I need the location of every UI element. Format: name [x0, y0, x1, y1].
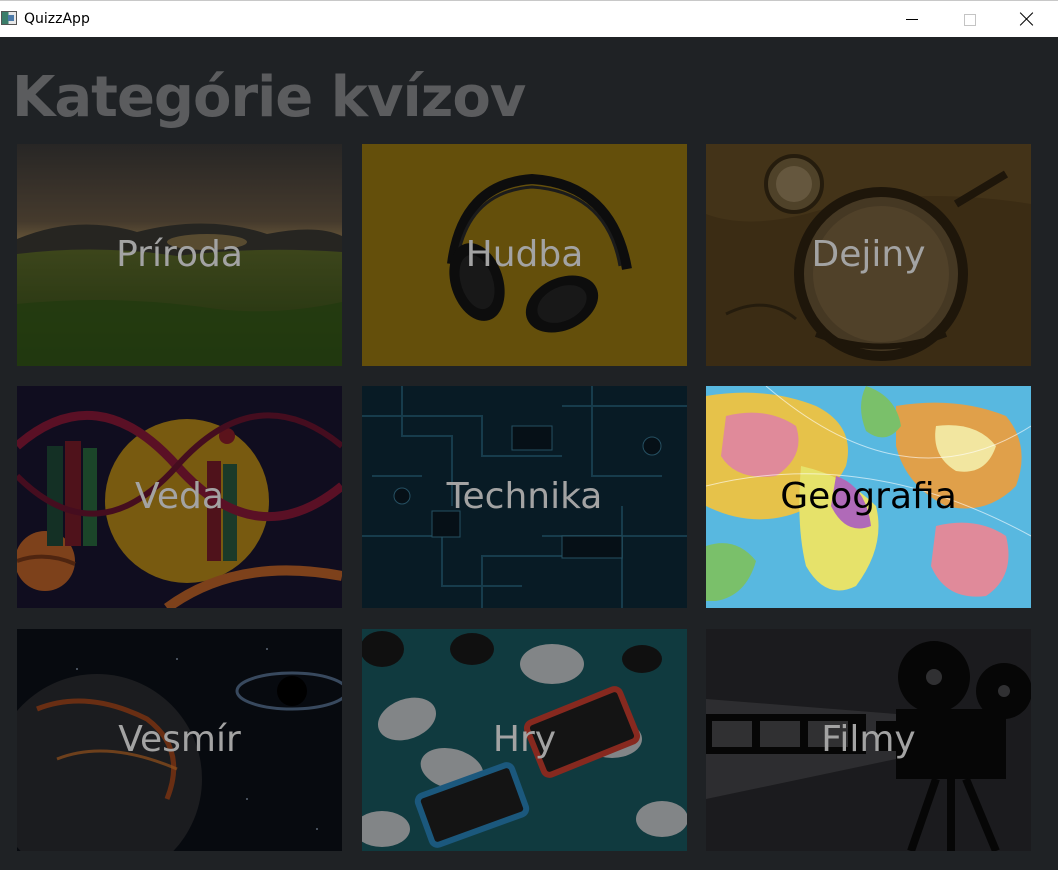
- page-title: Kategórie kvízov: [12, 65, 526, 130]
- category-tile-dejiny[interactable]: Dejiny: [706, 144, 1031, 366]
- category-label: Vesmír: [118, 719, 241, 760]
- maximize-button[interactable]: [941, 1, 999, 37]
- category-label: Filmy: [821, 719, 916, 760]
- category-label: Hry: [492, 719, 557, 760]
- category-label: Hudba: [465, 234, 584, 275]
- window-titlebar: QuizzApp: [0, 0, 1058, 37]
- close-icon: [1020, 12, 1034, 26]
- category-label: Technika: [446, 476, 603, 517]
- category-tile-vesmir[interactable]: Vesmír: [17, 629, 342, 851]
- category-tile-geografia[interactable]: Geografia: [706, 386, 1031, 608]
- maximize-icon: [964, 14, 976, 26]
- close-button[interactable]: [999, 1, 1057, 37]
- category-label: Príroda: [116, 234, 243, 275]
- category-tile-filmy[interactable]: Filmy: [706, 629, 1031, 851]
- app-icon: [1, 11, 17, 25]
- minimize-button[interactable]: [883, 1, 941, 37]
- category-label: Geografia: [780, 476, 957, 517]
- category-tile-hudba[interactable]: Hudba: [362, 144, 687, 366]
- minimize-icon: [906, 19, 918, 20]
- window-title: QuizzApp: [24, 11, 90, 27]
- category-label: Dejiny: [811, 234, 926, 275]
- category-tile-technika[interactable]: Technika: [362, 386, 687, 608]
- category-tile-veda[interactable]: Veda: [17, 386, 342, 608]
- category-label: Veda: [135, 476, 224, 517]
- category-tile-priroda[interactable]: Príroda: [17, 144, 342, 366]
- category-tile-hry[interactable]: Hry: [362, 629, 687, 851]
